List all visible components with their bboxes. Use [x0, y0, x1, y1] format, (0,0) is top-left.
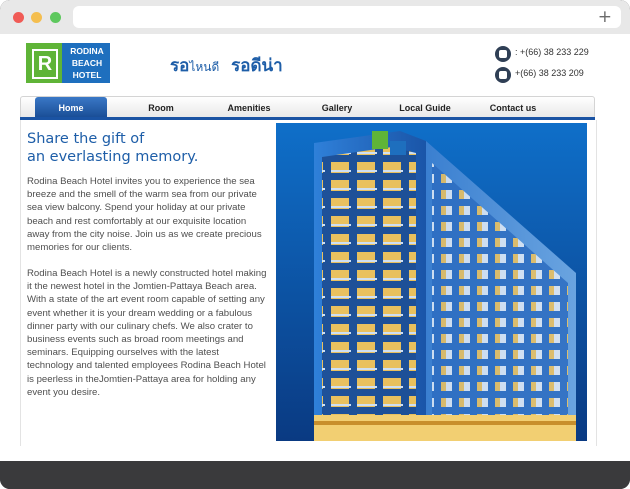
phone-icon [495, 46, 511, 62]
browser-bottom-bar [0, 461, 630, 489]
lobby-lights [314, 415, 576, 441]
logo-mark: R [26, 43, 62, 83]
front-windows [322, 147, 416, 423]
nav-home[interactable]: Home [35, 97, 107, 119]
minimize-window-button[interactable] [31, 12, 42, 23]
tagline-part-2: ไหนดี [189, 60, 220, 74]
lobby-canopy [314, 421, 576, 425]
maximize-window-button[interactable] [50, 12, 61, 23]
heading-line-1: Share the gift of [27, 131, 145, 147]
logo-line-3: HOTEL [72, 70, 102, 80]
about-paragraph: Rodina Beach Hotel is a newly constructe… [27, 268, 267, 398]
logo-letter: R [32, 49, 58, 79]
nav-contact-us[interactable]: Contact us [473, 97, 553, 119]
hotel-photo [276, 123, 587, 441]
logo-line-1: RODINA [70, 46, 104, 56]
thai-tagline: รอไหนดี รอดีน่า [170, 52, 283, 79]
intro-paragraph: Rodina Beach Hotel invites you to experi… [27, 176, 262, 254]
heading-line-2: an everlasting memory. [27, 149, 199, 165]
logo-wordmark: RODINA BEACH HOTEL [64, 45, 110, 81]
nav-gallery[interactable]: Gallery [297, 97, 377, 119]
page-heading: Share the gift of an everlasting memory. [27, 130, 267, 166]
fax-icon [495, 67, 511, 83]
logo-line-2: BEACH [71, 58, 103, 68]
fax-number: +(66) 38 233 209 [515, 68, 584, 78]
address-bar[interactable]: + [73, 6, 621, 28]
rooftop-logo-sign [372, 131, 388, 149]
close-window-button[interactable] [13, 12, 24, 23]
phone-number: : +(66) 38 233 229 [515, 47, 589, 57]
tagline-part-3: รอดีน่า [231, 56, 283, 76]
browser-titlebar: + [0, 0, 630, 34]
nav-local-guide[interactable]: Local Guide [385, 97, 465, 119]
hotel-logo[interactable]: R RODINA BEACH HOTEL [26, 43, 110, 83]
rooftop-name-sign [390, 141, 406, 155]
nav-room[interactable]: Room [121, 97, 201, 119]
web-page: R RODINA BEACH HOTEL รอไหนดี รอดีน่า : +… [0, 34, 630, 461]
nav-amenities[interactable]: Amenities [209, 97, 289, 119]
tagline-part-1: รอ [170, 56, 190, 76]
browser-window: + R RODINA BEACH HOTEL รอไหนดี รอดีน่า :… [0, 0, 630, 489]
new-tab-button[interactable]: + [598, 6, 612, 28]
